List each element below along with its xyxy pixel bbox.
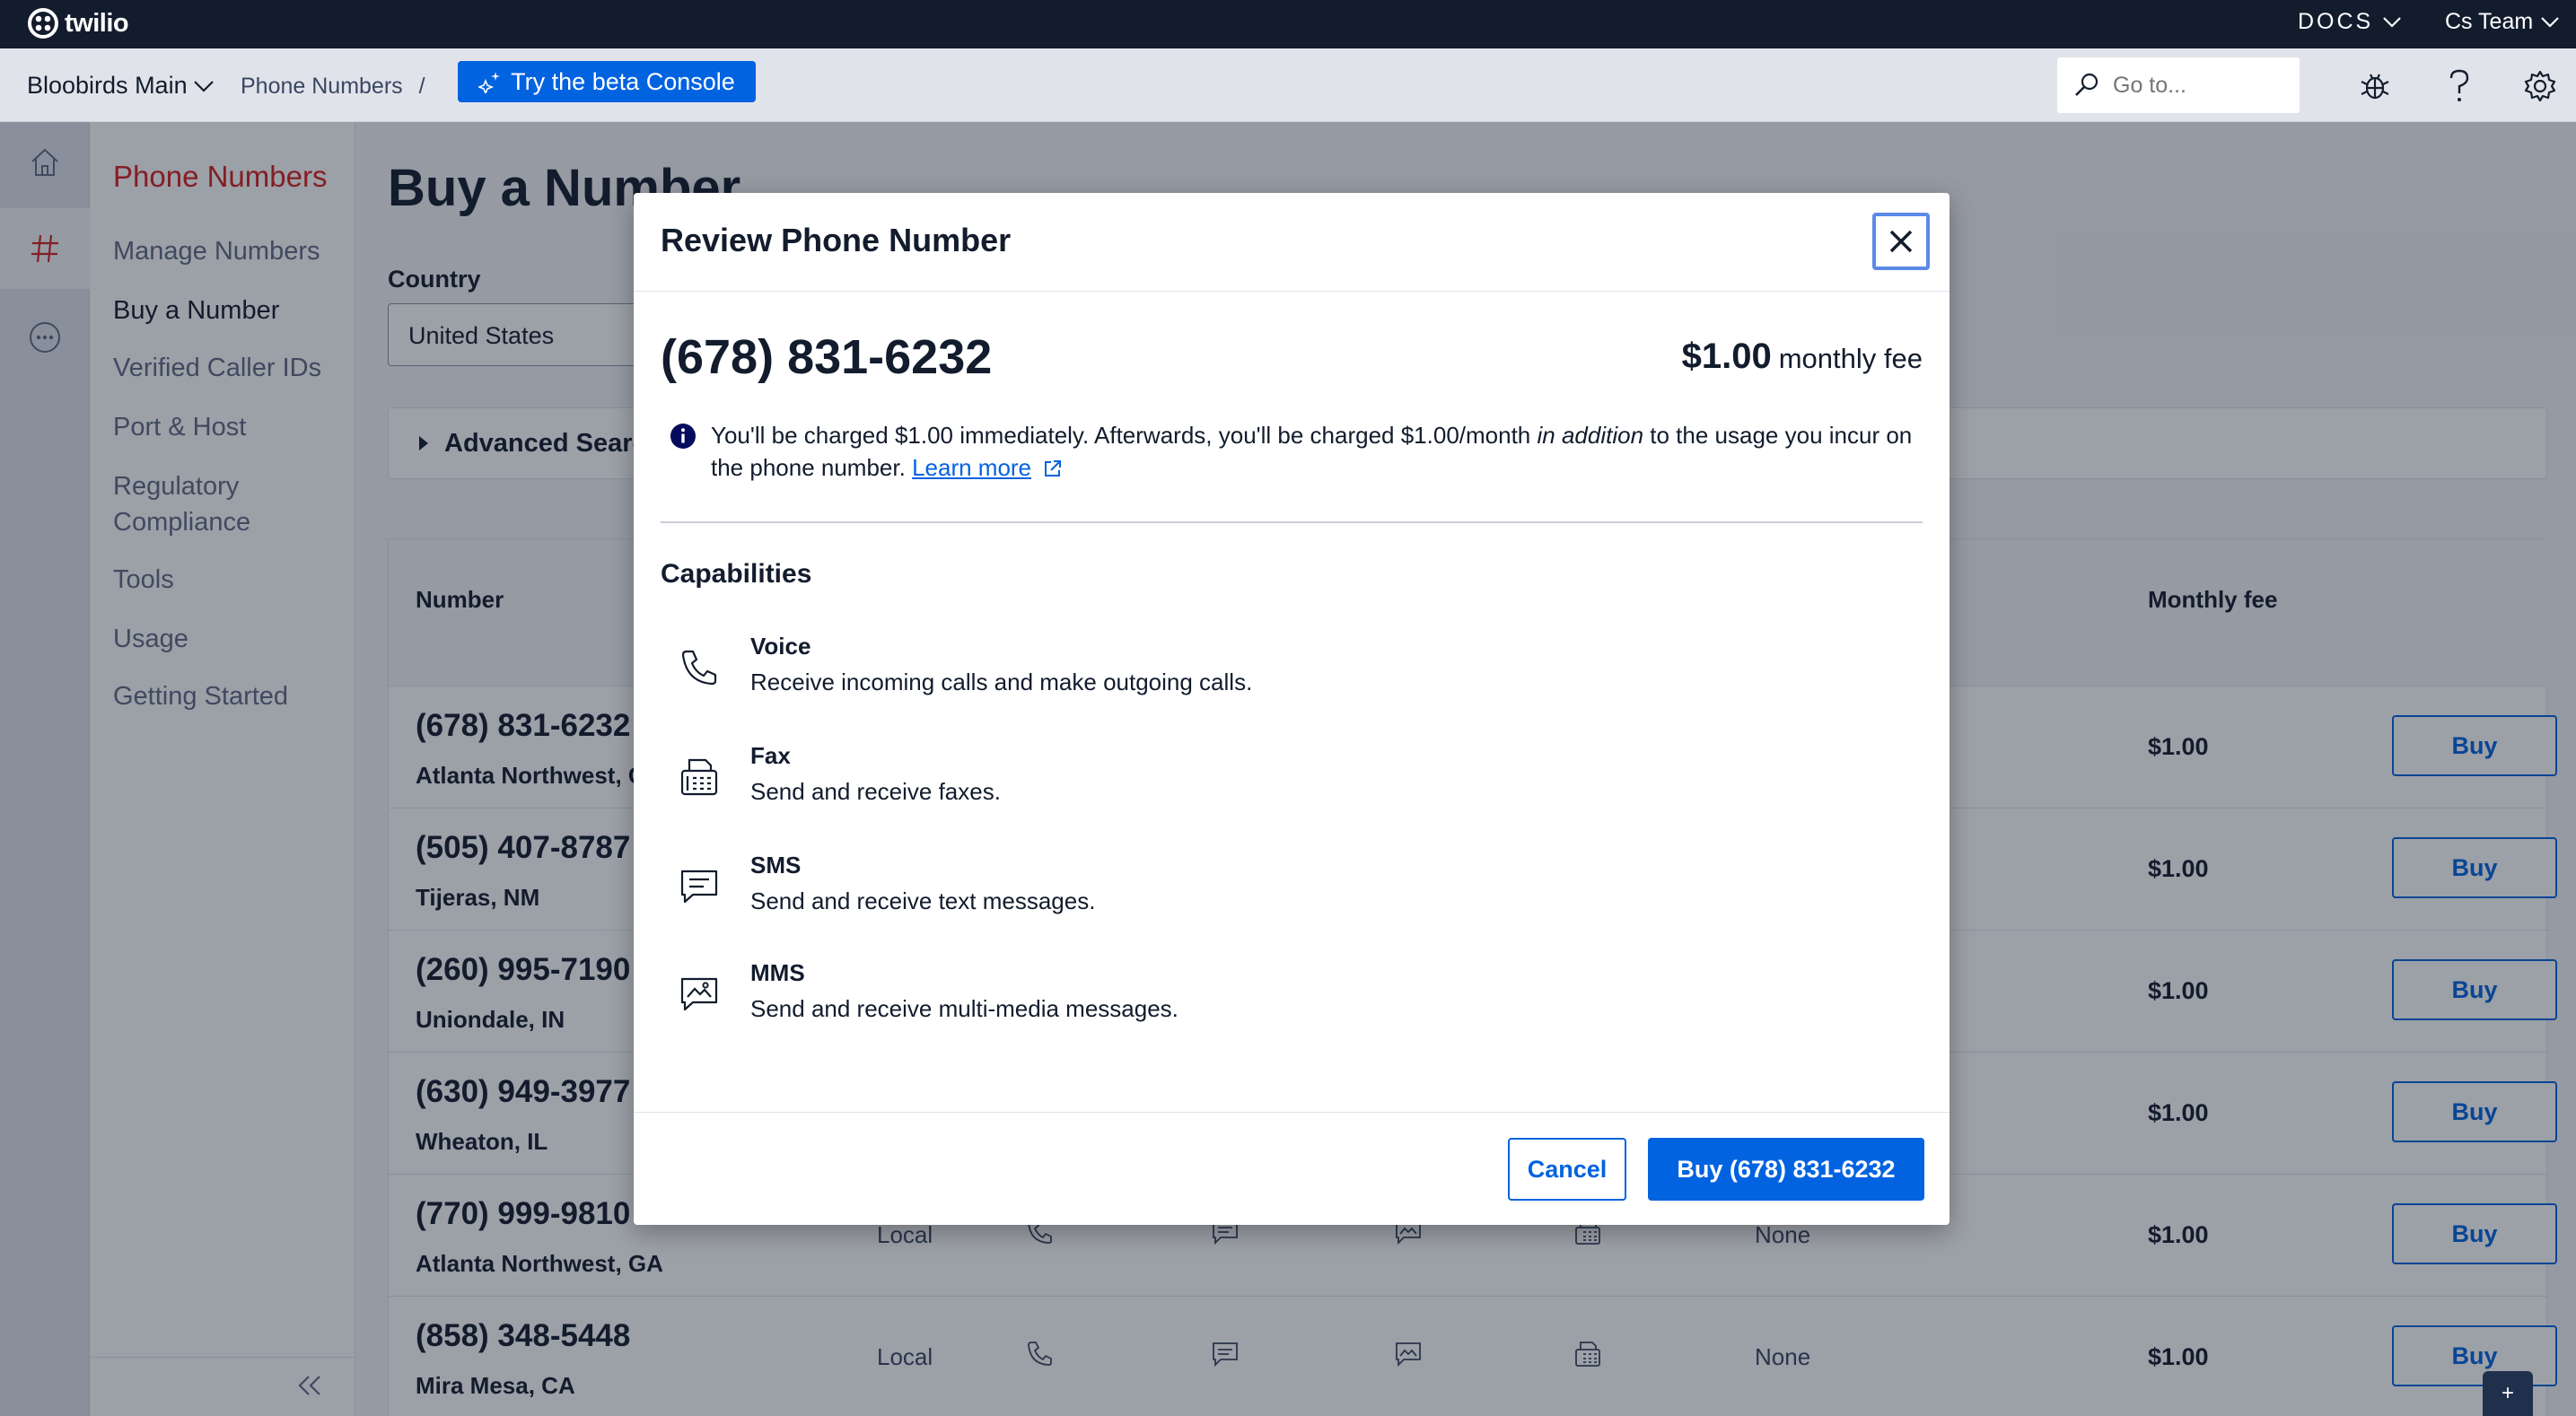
info-icon xyxy=(670,424,696,449)
capability-desc: Send and receive multi-media messages. xyxy=(750,995,1178,1022)
search-icon xyxy=(2075,73,2098,96)
capability-desc: Send and receive text messages. xyxy=(750,887,1096,914)
selected-number: (678) 831-6232 xyxy=(661,330,993,384)
learn-more-link[interactable]: Learn more xyxy=(912,454,1031,481)
twilio-logo[interactable]: twilio xyxy=(27,7,129,39)
capability-mms: MMS Send and receive multi-media message… xyxy=(677,959,1844,1040)
go-to-search[interactable] xyxy=(2057,57,2300,113)
fee-amount: $1.00 xyxy=(1681,337,1772,376)
docs-label: DOCS xyxy=(2298,9,2374,34)
cancel-button[interactable]: Cancel xyxy=(1508,1138,1626,1201)
capability-sms: SMS Send and receive text messages. xyxy=(677,852,1844,932)
fax-icon xyxy=(677,755,722,800)
expand-panel-button[interactable]: + xyxy=(2483,1371,2533,1416)
modal-footer: Cancel Buy (678) 831-6232 xyxy=(634,1112,1950,1225)
charge-notice: You'll be charged $1.00 immediately. Aft… xyxy=(670,419,1926,484)
capability-desc: Receive incoming calls and make outgoing… xyxy=(750,669,1253,695)
capability-name: SMS xyxy=(750,852,802,878)
notice-part-1: You'll be charged $1.00 immediately. Aft… xyxy=(711,422,1538,449)
brand-name: twilio xyxy=(65,8,129,38)
close-button[interactable] xyxy=(1872,213,1930,270)
debugger-button[interactable] xyxy=(2357,68,2393,104)
external-link-icon xyxy=(1045,460,1062,476)
divider xyxy=(661,521,1923,523)
phone-icon xyxy=(677,645,722,690)
account-switcher[interactable]: Bloobirds Main xyxy=(27,72,215,100)
fee-suffix: monthly fee xyxy=(1778,343,1923,374)
account-label: Cs Team xyxy=(2445,9,2534,34)
beta-label: Try the beta Console xyxy=(511,67,735,95)
notice-text: You'll be charged $1.00 immediately. Aft… xyxy=(711,419,1926,484)
capabilities-title: Capabilities xyxy=(661,559,812,589)
close-icon xyxy=(1889,230,1913,253)
twilio-logo-icon xyxy=(28,8,58,39)
help-button[interactable] xyxy=(2441,68,2477,104)
chevron-down-icon xyxy=(193,80,214,92)
account-name: Bloobirds Main xyxy=(27,72,188,99)
account-menu[interactable]: Cs Team xyxy=(2445,9,2560,35)
chevron-down-icon xyxy=(2541,16,2559,28)
modal-title: Review Phone Number xyxy=(661,222,1012,258)
buy-number-button[interactable]: Buy (678) 831-6232 xyxy=(1648,1138,1924,1201)
top-bar: twilio DOCS Cs Team xyxy=(0,0,2576,48)
notice-emphasis: in addition xyxy=(1537,422,1644,449)
review-phone-number-modal: Review Phone Number (678) 831-6232 $1.00… xyxy=(634,193,1950,1225)
docs-menu[interactable]: DOCS xyxy=(2298,9,2402,35)
monthly-fee: $1.00 monthly fee xyxy=(1682,337,1923,377)
capability-voice: Voice Receive incoming calls and make ou… xyxy=(677,633,1844,713)
chevron-down-icon xyxy=(2383,16,2402,28)
go-to-input[interactable] xyxy=(2113,72,2283,99)
capability-name: Fax xyxy=(750,742,791,769)
capability-fax: Fax Send and receive faxes. xyxy=(677,742,1844,823)
modal-header: Review Phone Number xyxy=(634,193,1950,292)
question-icon xyxy=(2449,69,2469,101)
gear-icon xyxy=(2524,70,2556,102)
breadcrumb: Phone Numbers / xyxy=(241,74,425,100)
bug-icon xyxy=(2361,74,2389,100)
context-bar: Bloobirds Main Phone Numbers / Try the b… xyxy=(0,48,2576,122)
breadcrumb-separator: / xyxy=(418,74,425,99)
chat-icon xyxy=(677,864,722,909)
capability-desc: Send and receive faxes. xyxy=(750,778,1001,805)
try-beta-console-button[interactable]: Try the beta Console xyxy=(458,61,756,102)
settings-button[interactable] xyxy=(2522,68,2558,104)
sparkle-icon xyxy=(478,72,501,93)
image-message-icon xyxy=(677,972,722,1017)
breadcrumb-phone-numbers[interactable]: Phone Numbers xyxy=(241,74,403,100)
capability-name: Voice xyxy=(750,633,811,660)
capability-name: MMS xyxy=(750,959,805,986)
